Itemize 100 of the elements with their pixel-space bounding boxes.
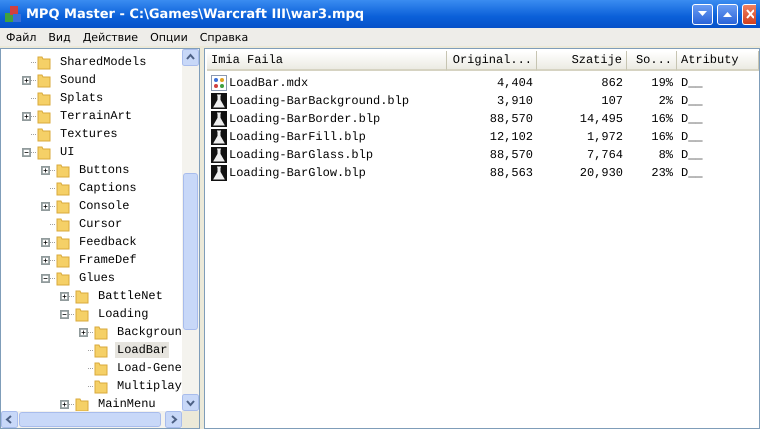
table-cell: 88,570	[490, 112, 533, 126]
file-name[interactable]: Loading-BarFill.blp	[229, 130, 366, 144]
maximize-button[interactable]	[717, 4, 738, 24]
scrollbar-thumb[interactable]	[183, 173, 198, 330]
tree-item[interactable]: Loading	[96, 306, 150, 322]
expand-icon[interactable]	[60, 400, 69, 408]
window-title: MPQ Master - C:\Games\Warcraft III\war3.mpq	[26, 6, 366, 22]
expand-icon[interactable]	[41, 256, 50, 264]
scrollbar-thumb[interactable]	[19, 412, 161, 427]
tree-item[interactable]: Cursor	[77, 216, 124, 232]
folder-icon	[36, 144, 52, 160]
tree-item[interactable]: Feedback	[77, 234, 139, 250]
tree-item[interactable]: Splats	[58, 90, 106, 106]
folder-icon	[93, 324, 109, 340]
menu-item[interactable]: Вид	[42, 30, 77, 44]
tree-item[interactable]: Glues	[77, 270, 118, 286]
tree-item[interactable]: Sound	[58, 72, 98, 88]
app-icon	[4, 5, 22, 23]
folder-icon	[55, 252, 71, 268]
tree-item[interactable]: Load-Gene	[115, 360, 182, 376]
folder-icon	[93, 378, 109, 394]
scroll-left-icon[interactable]	[1, 411, 18, 428]
table-cell: 4,404	[496, 76, 533, 90]
file-name[interactable]: Loading-BarBorder.blp	[229, 112, 380, 126]
expand-icon[interactable]	[41, 202, 50, 210]
folder-icon	[74, 288, 90, 304]
expand-icon[interactable]	[79, 328, 88, 336]
tree-item[interactable]: Buttons	[77, 162, 132, 178]
flask-icon	[211, 165, 227, 181]
flask-icon	[211, 147, 227, 163]
table-cell: 3,910	[496, 94, 533, 108]
table-cell: 107	[601, 94, 623, 108]
expand-icon[interactable]	[22, 76, 31, 84]
folder-icon	[36, 126, 52, 142]
tree-item[interactable]: LoadBar	[115, 342, 170, 358]
tree-item[interactable]: Captions	[77, 180, 139, 196]
model-file-icon	[211, 75, 227, 91]
scroll-down-icon[interactable]	[182, 394, 199, 411]
tree-item[interactable]: FrameDef	[77, 252, 139, 268]
table-cell: D__	[681, 130, 703, 144]
table-cell: 2%	[658, 94, 673, 108]
menu-item[interactable]: Файл	[0, 30, 42, 44]
table-cell: 88,563	[490, 166, 533, 180]
table-cell: D__	[681, 166, 703, 180]
column-header[interactable]: Original...	[447, 51, 537, 71]
column-header[interactable]: So...	[627, 51, 677, 71]
expand-icon[interactable]	[22, 112, 31, 120]
menu-item[interactable]: Опции	[144, 30, 194, 44]
folder-icon	[55, 180, 71, 196]
tree-item[interactable]: BattleNet	[96, 288, 165, 304]
column-header[interactable]: Imia Faila	[207, 51, 447, 71]
collapse-icon[interactable]	[60, 310, 69, 318]
menu-item[interactable]: Справка	[194, 30, 254, 44]
folder-icon	[55, 162, 71, 178]
scroll-right-icon[interactable]	[165, 411, 182, 428]
scroll-up-icon[interactable]	[182, 49, 199, 66]
file-name[interactable]: Loading-BarBackground.blp	[229, 94, 410, 108]
caret-up-icon	[723, 11, 732, 17]
table-cell: 8%	[658, 148, 673, 162]
flask-icon	[211, 129, 227, 145]
column-header[interactable]: Szatije	[537, 51, 627, 71]
tree-item[interactable]: Textures	[58, 126, 120, 142]
close-icon	[746, 9, 754, 19]
menu-item[interactable]: Действие	[76, 30, 144, 44]
table-cell: D__	[681, 94, 703, 108]
table-cell: D__	[681, 148, 703, 162]
folder-icon	[55, 270, 71, 286]
table-cell: 16%	[651, 112, 673, 126]
file-name[interactable]: Loading-BarGlow.blp	[229, 166, 366, 180]
tree-item[interactable]: Backgroun	[115, 324, 182, 340]
column-header[interactable]: Atributy	[677, 51, 759, 71]
tree-item[interactable]: Multiplay	[115, 378, 182, 394]
close-button[interactable]	[742, 4, 756, 24]
folder-icon	[93, 360, 109, 376]
expand-icon[interactable]	[41, 166, 50, 174]
file-name[interactable]: Loading-BarGlass.blp	[229, 148, 374, 162]
table-cell: 14,495	[580, 112, 623, 126]
folder-icon	[36, 54, 52, 70]
folder-icon	[36, 90, 52, 106]
folder-icon	[55, 198, 71, 214]
table-cell: 12,102	[490, 130, 533, 144]
tree-item[interactable]: SharedModels	[58, 54, 148, 70]
table-cell: 862	[601, 76, 623, 90]
tree-item[interactable]: MainMenu	[96, 396, 158, 411]
table-cell: D__	[681, 112, 703, 126]
table-cell: 16%	[651, 130, 673, 144]
tree-item[interactable]: Console	[77, 198, 132, 214]
table-cell: 1,972	[586, 130, 623, 144]
tree-item[interactable]: UI	[58, 144, 76, 160]
folder-icon	[36, 72, 52, 88]
folder-icon	[55, 216, 71, 232]
expand-icon[interactable]	[60, 292, 69, 300]
file-name[interactable]: LoadBar.mdx	[229, 76, 308, 90]
table-cell: 19%	[651, 76, 673, 90]
expand-icon[interactable]	[41, 238, 50, 246]
tree-item[interactable]: TerrainArt	[58, 108, 134, 124]
collapse-icon[interactable]	[22, 148, 31, 156]
minimize-button[interactable]	[692, 4, 713, 24]
flask-icon	[211, 93, 227, 109]
collapse-icon[interactable]	[41, 274, 50, 282]
